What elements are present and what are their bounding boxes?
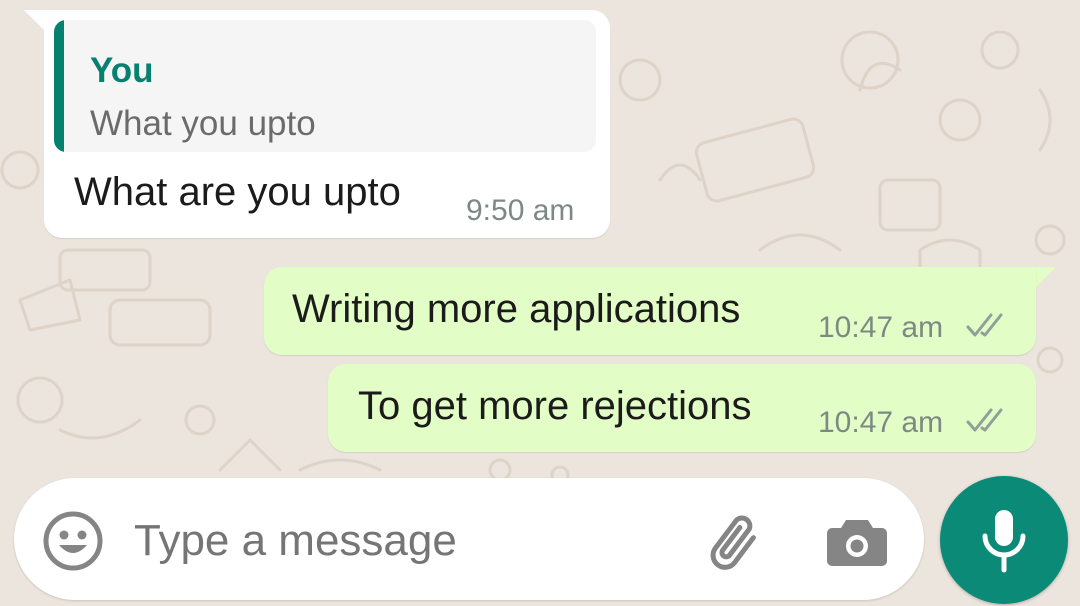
incoming-bubble-tail [24,10,46,32]
message-text: Writing more applications [292,287,741,331]
double-check-icon [966,313,1003,337]
quoted-message[interactable]: You What you upto [54,20,596,152]
message-input[interactable] [134,516,674,566]
double-check-icon [966,408,1003,432]
microphone-icon [982,510,1026,573]
outgoing-message-bubble[interactable]: To get more rejections 10:47 am [328,364,1036,452]
voice-record-button[interactable] [940,476,1068,604]
quoted-author: You [90,51,154,90]
message-time: 10:47 am [818,406,944,439]
quoted-text: What you upto [90,104,316,143]
message-time: 9:50 am [466,194,575,227]
incoming-message-bubble[interactable]: You What you upto What are you upto 9:50… [44,10,610,238]
quote-accent-bar [54,20,64,152]
message-text: To get more rejections [358,384,752,428]
emoji-icon[interactable] [42,510,104,572]
message-text: What are you upto [74,170,401,214]
camera-icon[interactable] [826,510,888,572]
message-composer [14,478,924,600]
outgoing-message-bubble[interactable]: Writing more applications 10:47 am [264,267,1036,355]
outgoing-bubble-tail [1034,267,1056,289]
message-time: 10:47 am [818,311,944,344]
paperclip-icon[interactable] [704,510,770,576]
